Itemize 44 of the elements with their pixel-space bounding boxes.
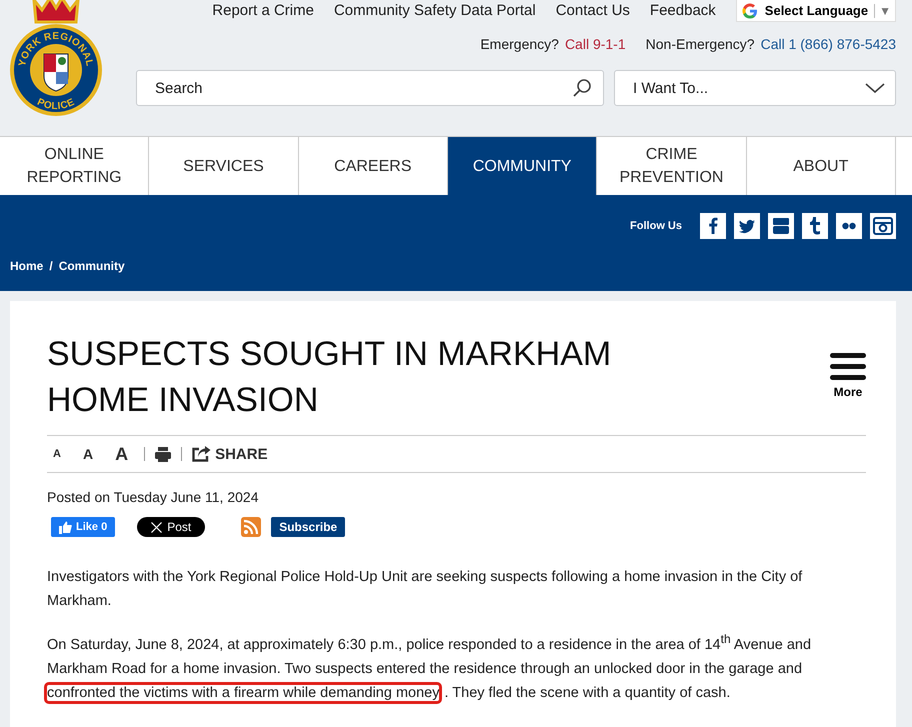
share-button[interactable]: SHARE [192,446,268,462]
logo-text: POLICE [35,96,77,112]
camera-icon[interactable] [870,213,896,239]
facebook-icon[interactable] [700,213,726,239]
menu-icon [830,353,866,381]
follow-us-label: Follow Us [630,220,682,232]
font-size-button[interactable]: A [47,448,67,460]
language-selector[interactable]: Select Language ▼ [736,0,896,22]
google-icon [740,2,759,20]
more-menu-button[interactable]: More [830,353,866,399]
breadcrumb-link[interactable]: Community [58,259,125,273]
thumbs-up-icon [59,520,72,534]
article-title: SUSPECTS SOUGHT IN MARKHAM HOME INVASION [47,334,612,421]
like-button[interactable]: Like 0 [51,517,116,537]
top-link[interactable]: Contact Us [556,0,630,19]
article-paragraph: On Saturday, June 8, 2024, at approximately 6:30 p.m., police responded to a residence in the area of 14$^{th}$ Avenue and Markham Road for a home invasion. Two suspects entered the residence through an unlocked door in the garage and confronted the victims with a firearm while demanding money . They fled the scene with a quantity of cash. [47,627,866,705]
font-size-button[interactable]: A [109,444,134,464]
top-link[interactable]: Report a Crime [212,0,314,19]
post-date: Tuesday June 11, 2024 [114,489,258,505]
article-paragraph: Investigators with the York Regional Police Hold-Up Unit are seeking suspects following a home invasion in the City of Markham. [47,568,804,611]
non-emergency-phone-link[interactable]: Call 1 (866) 876-5423 [760,36,896,52]
posted-label: Posted on [47,489,110,505]
top-link[interactable]: Community Safety Data Portal [334,0,536,19]
emergency-label: Emergency? [480,36,559,52]
bird-icon[interactable] [734,213,760,239]
breadcrumb-link[interactable]: Home [10,259,44,273]
rss-icon[interactable] [241,517,262,537]
font-size-button[interactable]: A [76,446,100,462]
search-field[interactable]: Search [136,70,604,106]
search-icon [572,78,592,98]
i-want-to-dropdown[interactable]: I Want To... [614,70,896,106]
tumblr-icon[interactable] [802,213,828,239]
x-icon [151,522,162,532]
non-emergency-label: Non-Emergency? [646,36,755,52]
nav-tab[interactable]: COMMUNITY [448,137,598,195]
share-icon [192,446,212,462]
subscribe-button[interactable]: Subscribe [271,517,346,537]
emergency-phone-link[interactable]: Call 9-1-1 [564,36,626,52]
breadcrumb-separator: / [49,259,53,273]
post-button[interactable]: Post [137,517,206,537]
chevron-down-icon [865,82,885,94]
top-link[interactable]: Feedback [650,0,716,19]
flickr-icon[interactable] [836,213,862,239]
print-icon[interactable] [155,446,172,462]
